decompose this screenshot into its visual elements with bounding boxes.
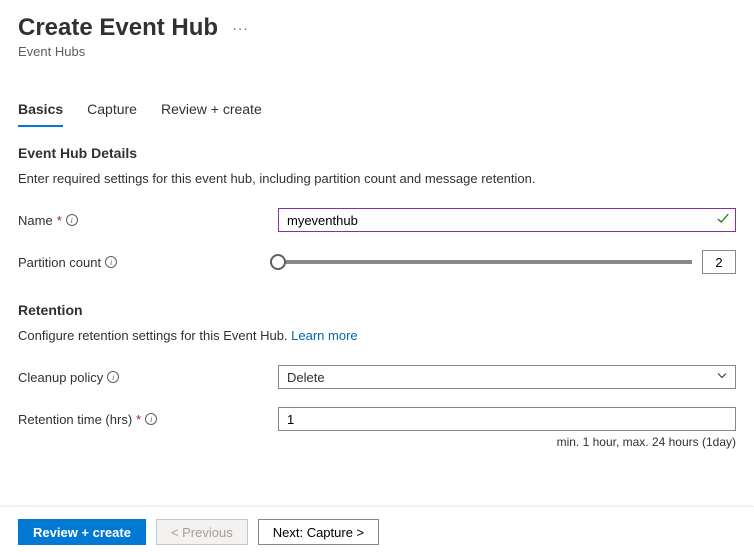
details-section-title: Event Hub Details	[18, 145, 736, 161]
cleanup-row: Cleanup policy i Delete	[18, 365, 736, 389]
retention-time-input[interactable]	[278, 407, 736, 431]
breadcrumb: Event Hubs	[18, 44, 736, 59]
more-icon[interactable]: ···	[232, 20, 249, 36]
info-icon[interactable]: i	[105, 256, 117, 268]
partition-label: Partition count i	[18, 255, 278, 270]
retention-section-title: Retention	[18, 302, 736, 318]
footer-bar: Review + create < Previous Next: Capture…	[0, 506, 754, 557]
tab-bar: Basics Capture Review + create	[0, 95, 754, 127]
review-create-button[interactable]: Review + create	[18, 519, 146, 545]
retention-section-desc: Configure retention settings for this Ev…	[18, 328, 736, 343]
page-title: Create Event Hub	[18, 14, 218, 42]
required-indicator: *	[136, 412, 141, 427]
retention-time-hint: min. 1 hour, max. 24 hours (1day)	[18, 435, 736, 449]
cleanup-select[interactable]: Delete	[278, 365, 736, 389]
name-label: Name * i	[18, 213, 278, 228]
details-section-desc: Enter required settings for this event h…	[18, 171, 736, 186]
form-content: Event Hub Details Enter required setting…	[0, 127, 754, 449]
name-row: Name * i	[18, 208, 736, 232]
info-icon[interactable]: i	[66, 214, 78, 226]
slider-thumb[interactable]	[270, 254, 286, 270]
learn-more-link[interactable]: Learn more	[291, 328, 357, 343]
check-icon	[716, 212, 730, 229]
required-indicator: *	[57, 213, 62, 228]
name-input[interactable]	[278, 208, 736, 232]
retention-time-row: Retention time (hrs) * i	[18, 407, 736, 431]
retention-time-label: Retention time (hrs) * i	[18, 412, 278, 427]
partition-row: Partition count i	[18, 250, 736, 274]
partition-value-input[interactable]	[702, 250, 736, 274]
tab-review[interactable]: Review + create	[161, 95, 262, 127]
page-header: Create Event Hub ··· Event Hubs	[0, 0, 754, 63]
tab-basics[interactable]: Basics	[18, 95, 63, 127]
chevron-down-icon	[716, 370, 728, 385]
info-icon[interactable]: i	[107, 371, 119, 383]
info-icon[interactable]: i	[145, 413, 157, 425]
cleanup-label: Cleanup policy i	[18, 370, 278, 385]
previous-button: < Previous	[156, 519, 248, 545]
partition-slider[interactable]	[278, 260, 692, 264]
next-button[interactable]: Next: Capture >	[258, 519, 379, 545]
tab-capture[interactable]: Capture	[87, 95, 137, 127]
